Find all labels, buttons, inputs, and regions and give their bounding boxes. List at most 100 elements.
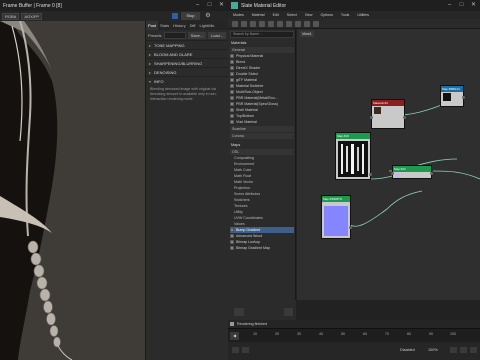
section-label: BLOOM AND GLARE (154, 51, 193, 57)
play-icon[interactable] (242, 347, 249, 353)
material-params-icon[interactable] (313, 21, 319, 27)
map-swatch-icon (230, 240, 234, 244)
section-info[interactable]: ▾ INFO (146, 76, 228, 85)
output-slot-icon[interactable] (430, 172, 433, 175)
gear-icon[interactable]: ⚙ (204, 12, 212, 20)
layout-children-icon[interactable] (304, 21, 310, 27)
node-material[interactable]: Material #4 (370, 99, 406, 129)
section-label: SHARPENING/BLURRING (154, 60, 203, 66)
output-slot-icon[interactable] (403, 116, 406, 119)
render-region-icon[interactable] (172, 13, 178, 19)
key-mode-icon[interactable] (232, 347, 239, 353)
select-tool-icon[interactable] (232, 21, 238, 27)
minimize-icon[interactable]: – (193, 1, 202, 9)
delete-icon[interactable] (259, 21, 265, 27)
material-swatch-icon (230, 90, 234, 94)
frame-buffer-window: Frame Buffer | Frame 0 [8] – □ ✕ RGBA AG… (0, 0, 228, 360)
node-preview (374, 107, 381, 114)
tab-history[interactable]: History (171, 21, 187, 30)
display-select[interactable]: AGX/FP (21, 12, 43, 20)
sme-window-controls: – □ ✕ (445, 1, 478, 9)
map-swatch-icon (230, 234, 234, 238)
presets-select[interactable] (163, 31, 186, 39)
pan-icon[interactable] (460, 347, 467, 353)
timeline-tick: 20 (275, 332, 279, 336)
section-sharpening-blurring[interactable]: ▸ SHARPENING/BLURRING (146, 58, 228, 67)
tab-lightmix[interactable]: LightMix (198, 21, 217, 30)
input-slot-icon[interactable] (370, 116, 373, 119)
material-swatch-icon (230, 66, 234, 70)
close-icon[interactable]: ✕ (469, 1, 478, 9)
stop-button[interactable]: Stop (181, 12, 200, 20)
close-icon[interactable]: ✕ (217, 1, 226, 9)
corona-rollout[interactable]: Corona (230, 133, 294, 139)
pick-material-icon[interactable] (241, 21, 247, 27)
tab-stats[interactable]: Stats (158, 21, 171, 30)
output-slot-icon[interactable] (369, 173, 372, 176)
navigator-panel[interactable] (228, 300, 296, 320)
map-swatch-icon (230, 246, 234, 250)
tab-post[interactable]: Post (146, 21, 159, 30)
maximize-view-icon[interactable] (470, 347, 477, 353)
material-swatch-icon (230, 120, 234, 124)
save-preset-button[interactable]: Save... (188, 31, 206, 39)
section-label: TONE MAPPING (154, 42, 185, 48)
list-item[interactable]: Vlad Material (230, 119, 294, 125)
menu-utilities[interactable]: Utilities (357, 11, 369, 19)
output-slot-icon[interactable] (462, 96, 465, 99)
node-composite-map[interactable]: Map #22 (391, 165, 433, 179)
assign-material-icon[interactable] (250, 21, 256, 27)
hide-unused-slots-icon[interactable] (277, 21, 283, 27)
menu-options[interactable]: Options (321, 11, 333, 19)
pause-icon[interactable] (284, 308, 293, 316)
render-viewport[interactable] (0, 21, 145, 360)
maximize-icon[interactable]: □ (205, 1, 214, 9)
section-tone-mapping[interactable]: ▸ TONE MAPPING (146, 40, 228, 49)
minimize-icon[interactable]: – (445, 1, 454, 9)
scanline-rollout[interactable]: Scanline (230, 126, 294, 132)
node-bitmap-map[interactable]: Map #8RN14 (440, 85, 465, 107)
maps-group[interactable]: Maps (230, 142, 294, 148)
output-slot-icon[interactable] (349, 226, 352, 229)
sme-menubar: Modes Material Edit Select View Options … (228, 11, 480, 19)
chevron-down-icon: ▾ (149, 78, 152, 84)
material-swatch-icon (230, 84, 234, 88)
material-swatch-icon (230, 114, 234, 118)
menu-view[interactable]: View (305, 11, 313, 19)
timeline-toggle-icon[interactable]: ◀ (230, 332, 239, 340)
sme-titlebar: Slate Material Editor (228, 0, 480, 11)
section-denoising[interactable]: ▸ DENOISING (146, 67, 228, 76)
browser-tree: Materials General Physical Material Blen… (230, 40, 294, 251)
menu-edit[interactable]: Edit (273, 11, 279, 19)
node-preview (443, 93, 451, 101)
show-map-icon[interactable] (286, 21, 292, 27)
maximize-icon[interactable]: □ (457, 1, 466, 9)
material-swatch-icon (230, 108, 234, 112)
tab-diff[interactable]: Diff (188, 21, 198, 30)
search-input[interactable]: Search by Name ... (230, 31, 294, 38)
move-children-icon[interactable] (268, 21, 274, 27)
zoom-extents-icon[interactable] (450, 347, 457, 353)
info-text: Blending denoised image with original vi… (150, 87, 217, 101)
section-bloom-glare[interactable]: ▸ BLOOM AND GLARE (146, 49, 228, 58)
menu-select[interactable]: Select (287, 11, 297, 19)
node-texture-map[interactable]: Map #16 (335, 132, 372, 180)
section-label: INFO (154, 78, 164, 84)
node-view[interactable]: View1 Map #8RN14 Material #4 Map #16 Map… (297, 29, 480, 300)
list-item[interactable]: Bitmap Gradient Map (230, 245, 294, 251)
input-slot-icon[interactable] (391, 172, 394, 175)
channel-select[interactable]: RGBA (2, 12, 20, 20)
menu-modes[interactable]: Modes (233, 11, 244, 19)
node-normal-map[interactable]: Map #5908TN (321, 195, 352, 239)
menu-material[interactable]: Material (252, 11, 265, 19)
material-swatch-icon (230, 102, 234, 106)
map-swatch-icon (230, 228, 234, 232)
timeline[interactable]: ◀ 10 20 30 40 50 60 70 80 90 100 (228, 328, 480, 342)
materials-group[interactable]: Materials (230, 40, 294, 46)
load-preset-button[interactable]: Load... (208, 31, 226, 39)
menu-tools[interactable]: Tools (341, 11, 349, 19)
material-preview-icon[interactable] (234, 308, 244, 316)
timeline-tick: 100 (450, 332, 456, 336)
app-logo-icon (231, 2, 238, 9)
layout-icon[interactable] (295, 21, 301, 27)
